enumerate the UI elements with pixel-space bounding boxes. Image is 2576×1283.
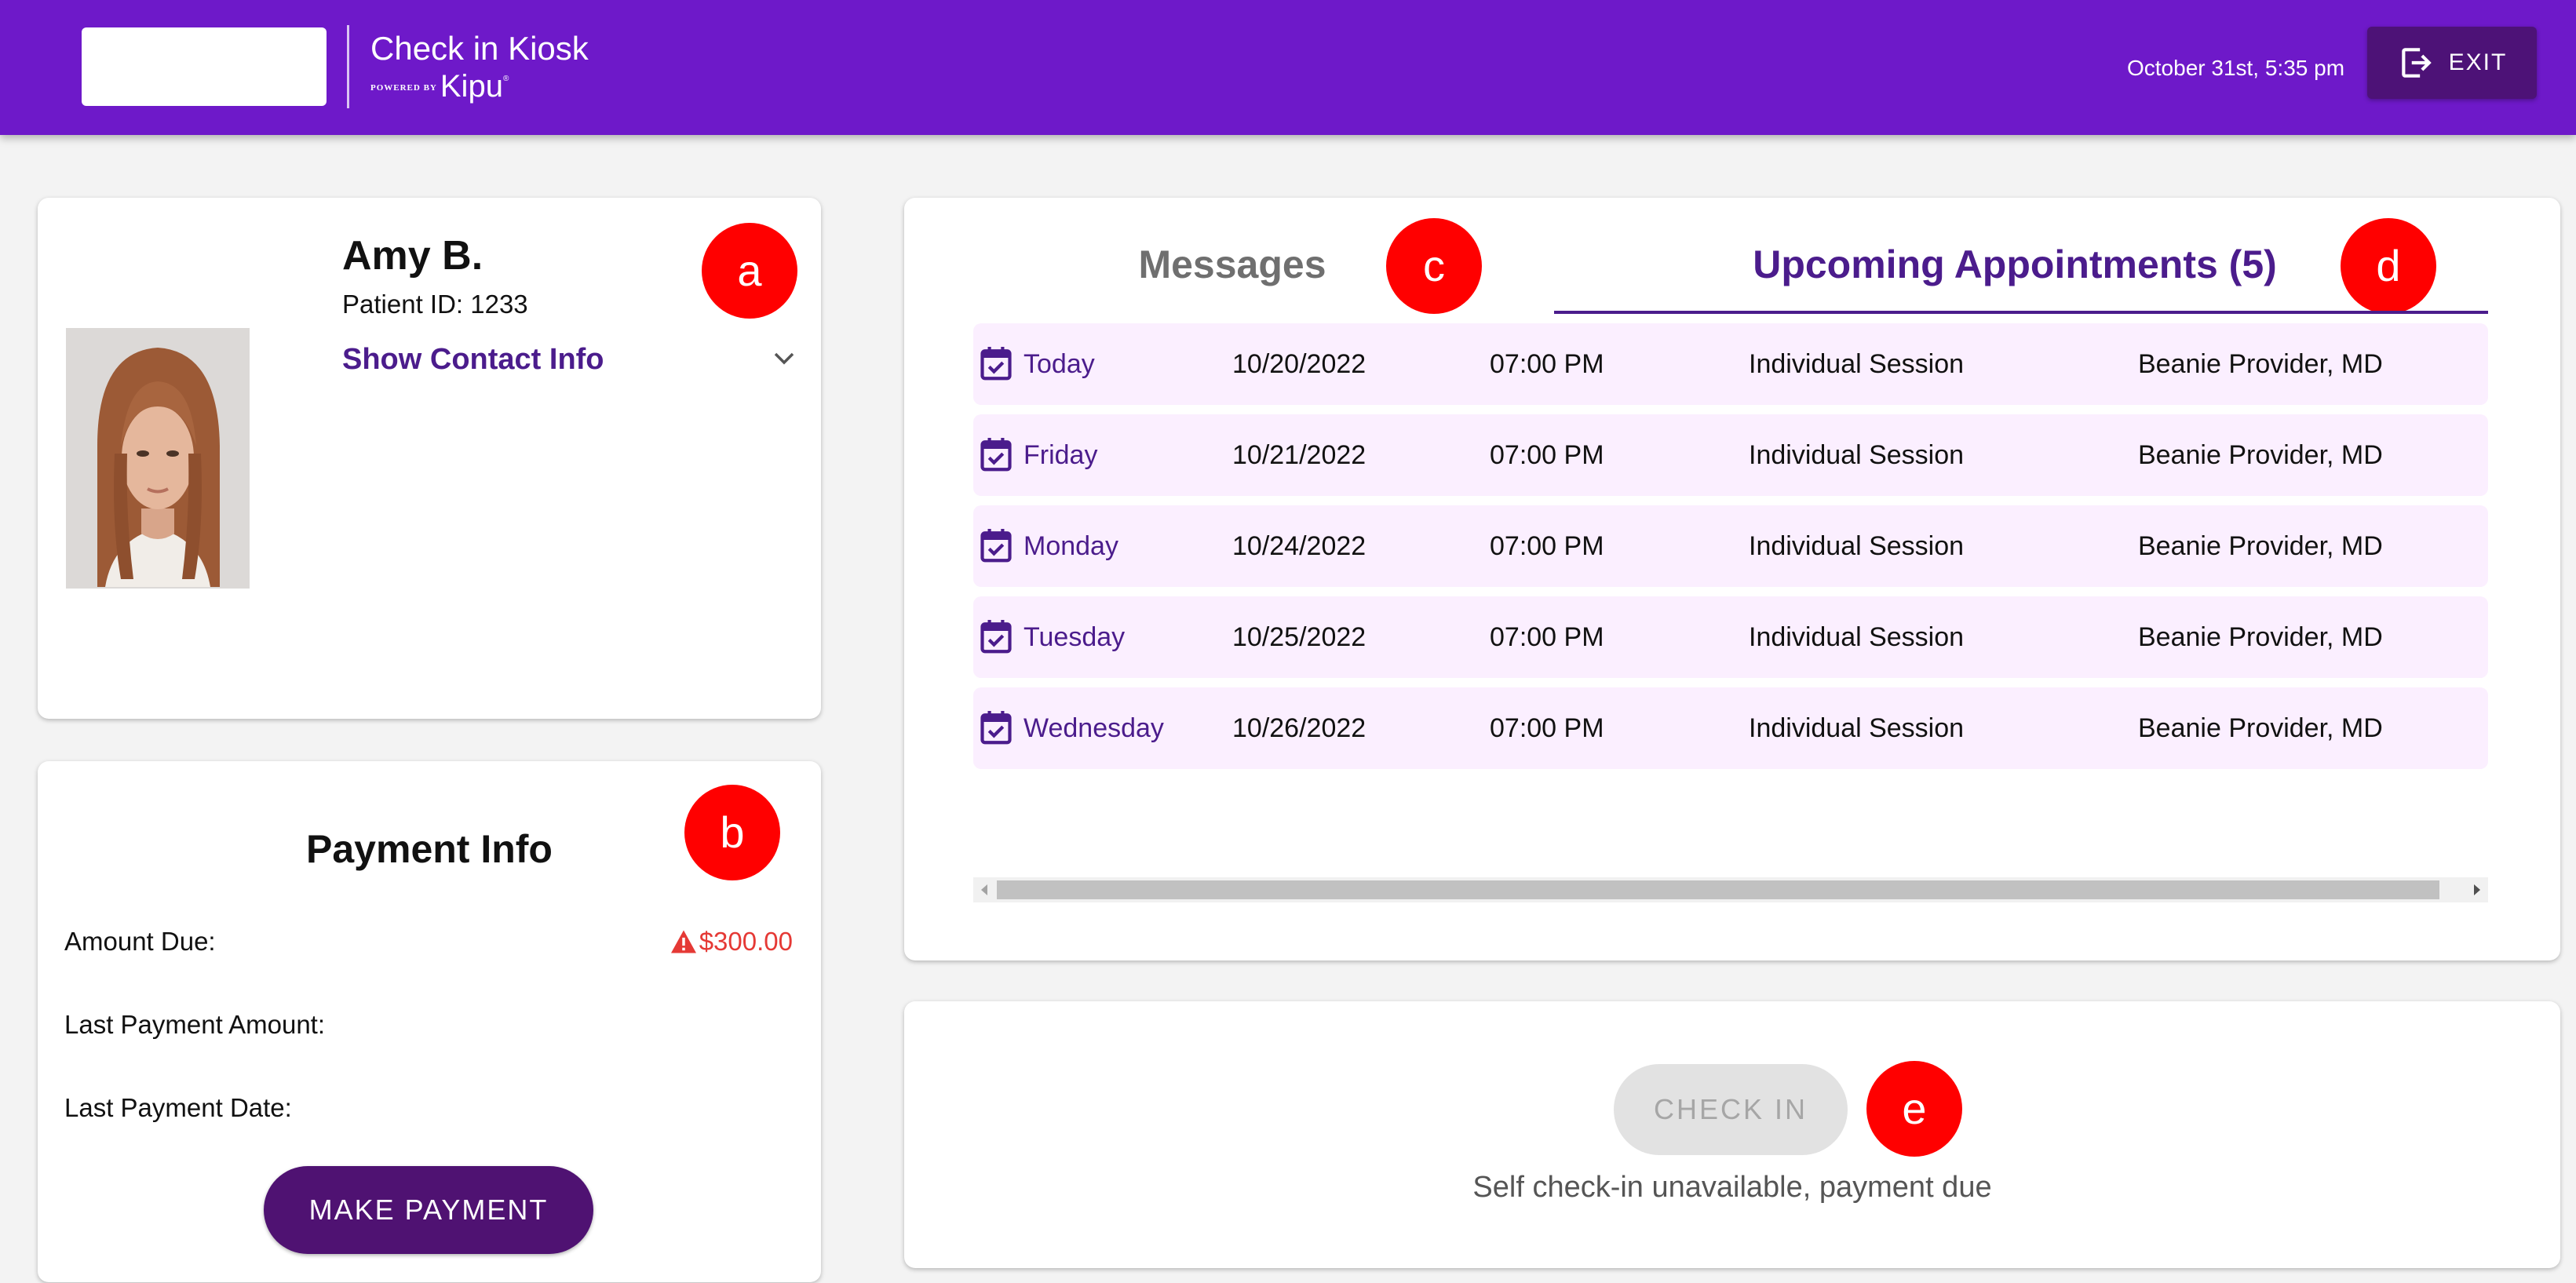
- appointment-time: 07:00 PM: [1490, 349, 1604, 379]
- show-contact-info-toggle[interactable]: Show Contact Info: [342, 337, 805, 381]
- last-payment-amount-label: Last Payment Amount:: [64, 1010, 326, 1039]
- header-divider: [347, 25, 349, 108]
- horizontal-scrollbar[interactable]: [973, 877, 2488, 902]
- brand-name: Kipu: [440, 69, 503, 104]
- app-title: Check in Kiosk: [370, 30, 589, 67]
- patient-card: Amy B. Patient ID: 1233 Show Contact Inf…: [38, 198, 821, 719]
- appointment-date: 10/24/2022: [1232, 531, 1366, 561]
- appointment-row[interactable]: Tuesday 10/25/2022 07:00 PM Individual S…: [973, 596, 2488, 678]
- check-in-status-message: Self check-in unavailable, payment due: [1472, 1171, 1992, 1204]
- current-datetime: October 31st, 5:35 pm: [2127, 56, 2345, 80]
- scroll-left-arrow-icon[interactable]: [981, 884, 987, 895]
- calendar-check-icon: [980, 529, 1012, 563]
- calendar-check-icon: [980, 347, 1012, 381]
- annotation-badge-e: e: [1866, 1061, 1962, 1157]
- appointment-row[interactable]: Wednesday 10/26/2022 07:00 PM Individual…: [973, 687, 2488, 769]
- appointment-day: Tuesday: [1023, 622, 1126, 652]
- last-payment-date-label: Last Payment Date:: [64, 1093, 292, 1122]
- appointment-provider: Beanie Provider, MD: [2138, 531, 2383, 561]
- appointment-row[interactable]: Monday 10/24/2022 07:00 PM Individual Se…: [973, 505, 2488, 587]
- check-in-card: CHECK IN e Self check-in unavailable, pa…: [904, 1001, 2560, 1268]
- appointment-time: 07:00 PM: [1490, 713, 1604, 743]
- appointment-row[interactable]: Friday 10/21/2022 07:00 PM Individual Se…: [973, 414, 2488, 496]
- exit-button[interactable]: EXIT: [2367, 27, 2537, 99]
- appointment-provider: Beanie Provider, MD: [2138, 713, 2383, 743]
- appointment-provider: Beanie Provider, MD: [2138, 349, 2383, 379]
- exit-icon: [2401, 48, 2432, 78]
- appointment-day: Today: [1023, 349, 1095, 379]
- appointment-type: Individual Session: [1749, 531, 1965, 561]
- appointment-day: Wednesday: [1023, 713, 1164, 743]
- tab-messages[interactable]: Messages: [1083, 228, 1381, 301]
- annotation-badge-b: b: [684, 785, 780, 880]
- make-payment-button[interactable]: MAKE PAYMENT: [264, 1166, 593, 1254]
- scroll-right-arrow-icon[interactable]: [2474, 884, 2480, 895]
- appointment-date: 10/26/2022: [1232, 713, 1366, 743]
- patient-id: Patient ID: 1233: [342, 290, 528, 319]
- appointment-type: Individual Session: [1749, 713, 1965, 743]
- calendar-check-icon: [980, 711, 1012, 745]
- annotation-badge-d: d: [2341, 218, 2436, 314]
- appointment-type: Individual Session: [1749, 349, 1965, 379]
- appointment-time: 07:00 PM: [1490, 440, 1604, 470]
- chevron-down-icon: [774, 352, 794, 365]
- powered-by-kipu-logo: POWERED BY Kipu ®: [370, 71, 509, 102]
- patient-photo-image: [66, 328, 250, 589]
- appointment-provider: Beanie Provider, MD: [2138, 622, 2383, 652]
- appointment-day: Friday: [1023, 440, 1098, 470]
- appointment-type: Individual Session: [1749, 622, 1965, 652]
- check-in-button[interactable]: CHECK IN: [1614, 1064, 1848, 1155]
- patient-photo: [66, 328, 250, 589]
- appointment-time: 07:00 PM: [1490, 531, 1604, 561]
- calendar-check-icon: [980, 620, 1012, 654]
- amount-due-value-wrap: $300.00: [670, 926, 793, 957]
- annotation-badge-c: c: [1386, 218, 1482, 314]
- powered-by-text: POWERED BY: [370, 83, 437, 93]
- appointment-type: Individual Session: [1749, 440, 1965, 470]
- active-tab-indicator: [1554, 311, 2488, 314]
- appointment-date: 10/25/2022: [1232, 622, 1366, 652]
- amount-due-value: $300.00: [699, 927, 793, 956]
- appointment-date: 10/20/2022: [1232, 349, 1366, 379]
- exit-label: EXIT: [2448, 49, 2508, 75]
- appointment-time: 07:00 PM: [1490, 622, 1604, 652]
- warning-icon: [670, 930, 696, 953]
- annotation-badge-a: a: [702, 223, 797, 319]
- appointment-day: Monday: [1023, 531, 1118, 561]
- brand-registered-mark: ®: [502, 75, 509, 83]
- patient-name: Amy B.: [342, 233, 483, 279]
- appointment-date: 10/21/2022: [1232, 440, 1366, 470]
- payment-info-card: Payment Info b Amount Due: $300.00 Last …: [38, 761, 821, 1282]
- show-contact-info-label: Show Contact Info: [342, 342, 604, 376]
- appointment-row[interactable]: Today 10/20/2022 07:00 PM Individual Ses…: [973, 323, 2488, 405]
- calendar-check-icon: [980, 438, 1012, 472]
- app-header: Check in Kiosk POWERED BY Kipu ® October…: [0, 0, 2576, 135]
- appointment-provider: Beanie Provider, MD: [2138, 440, 2383, 470]
- facility-logo-placeholder: [82, 27, 327, 106]
- appointments-card: Messages c Upcoming Appointments (5) d T…: [904, 198, 2560, 960]
- scrollbar-thumb[interactable]: [997, 880, 2439, 899]
- amount-due-label: Amount Due:: [64, 927, 216, 956]
